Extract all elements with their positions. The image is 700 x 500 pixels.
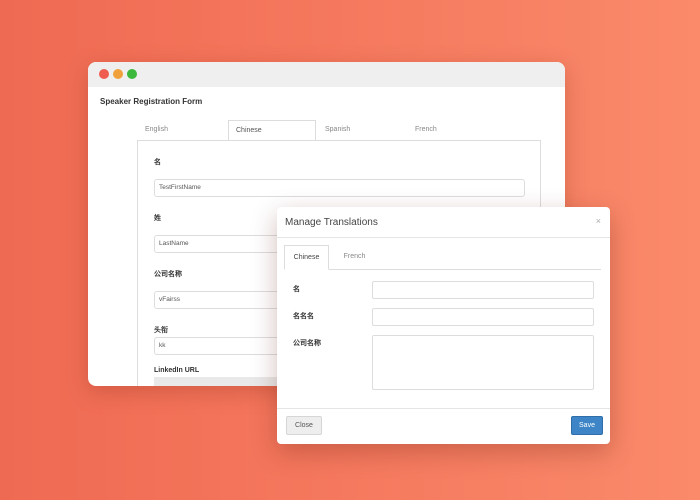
minimize-window-button[interactable] bbox=[113, 69, 123, 79]
close-icon[interactable]: × bbox=[596, 216, 601, 226]
modal-language-tabs: Chinese French bbox=[284, 245, 601, 270]
modal-company-name-label: 公司名称 bbox=[293, 340, 321, 347]
window-titlebar bbox=[88, 62, 565, 87]
save-button[interactable]: Save bbox=[571, 416, 603, 435]
first-name-input[interactable]: TestFirstName bbox=[154, 179, 525, 197]
job-title-label: 头衔 bbox=[154, 327, 168, 334]
modal-company-name-textarea[interactable] bbox=[372, 335, 594, 390]
form-title: Speaker Registration Form bbox=[100, 97, 203, 106]
first-name-label: 名 bbox=[154, 159, 161, 166]
modal-footer-divider bbox=[277, 408, 610, 409]
manage-translations-modal: Manage Translations × Chinese French 名 名… bbox=[277, 207, 610, 444]
modal-first-name-label: 名 bbox=[293, 286, 300, 293]
tab-spanish[interactable]: Spanish bbox=[318, 120, 408, 140]
modal-tab-chinese[interactable]: Chinese bbox=[284, 245, 329, 270]
maximize-window-button[interactable] bbox=[127, 69, 137, 79]
last-name-label: 姓 bbox=[154, 215, 161, 222]
tab-french[interactable]: French bbox=[408, 120, 498, 140]
language-tabs: English Chinese Spanish French bbox=[138, 120, 541, 141]
linkedin-url-label: LinkedIn URL bbox=[154, 367, 200, 374]
modal-second-field-input[interactable] bbox=[372, 308, 594, 326]
modal-title: Manage Translations bbox=[285, 217, 378, 228]
modal-header-divider bbox=[277, 237, 610, 238]
tab-english[interactable]: English bbox=[138, 120, 228, 140]
close-button[interactable]: Close bbox=[286, 416, 322, 435]
modal-second-field-label: 名名名 bbox=[293, 313, 314, 320]
company-name-label: 公司名称 bbox=[154, 271, 182, 278]
close-window-button[interactable] bbox=[99, 69, 109, 79]
modal-first-name-input[interactable] bbox=[372, 281, 594, 299]
tab-chinese[interactable]: Chinese bbox=[228, 120, 316, 141]
modal-tab-french[interactable]: French bbox=[332, 245, 377, 269]
